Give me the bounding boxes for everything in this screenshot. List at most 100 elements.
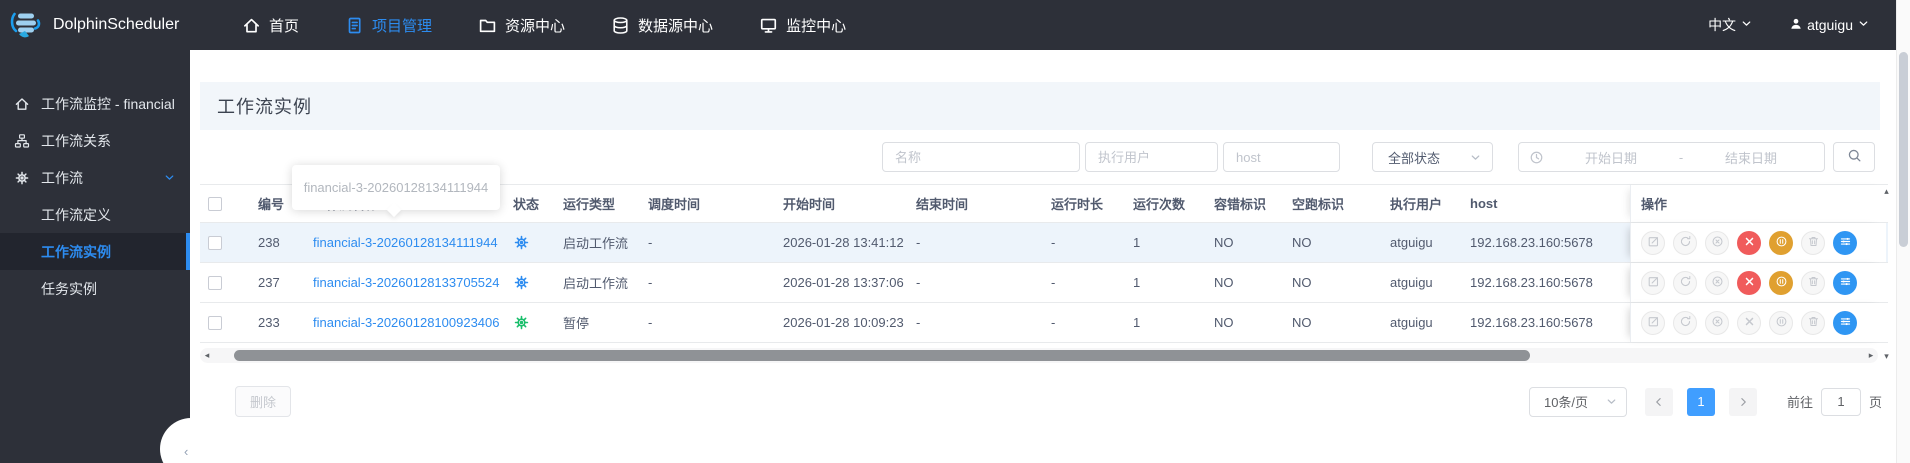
name-cell: financial-3-20260128133705524 bbox=[305, 263, 505, 302]
user-menu[interactable]: atguigu bbox=[1789, 17, 1870, 34]
run-type-cell: 启动工作流 bbox=[555, 263, 640, 302]
page-header: 工作流实例 bbox=[200, 82, 1880, 130]
sidebar-item-task-instance[interactable]: 任务实例 bbox=[0, 270, 190, 307]
edit-icon bbox=[1647, 235, 1660, 251]
gantt-button[interactable] bbox=[1833, 230, 1857, 255]
select-cell bbox=[200, 185, 250, 222]
nav-item-resource[interactable]: 资源中心 bbox=[478, 15, 565, 36]
executor-filter-input[interactable] bbox=[1085, 142, 1218, 172]
circle-close-icon bbox=[1711, 275, 1724, 291]
status-filter-select[interactable]: 全部状态 bbox=[1372, 142, 1493, 172]
nav-item-monitor[interactable]: 监控中心 bbox=[759, 15, 846, 36]
select-all-checkbox[interactable] bbox=[208, 196, 222, 211]
run-type-cell: 启动工作流 bbox=[555, 223, 640, 262]
row-checkbox[interactable] bbox=[208, 275, 222, 290]
page-scrollbar[interactable] bbox=[1896, 0, 1910, 463]
run-count: 1 bbox=[1133, 275, 1141, 290]
nav-item-home[interactable]: 首页 bbox=[242, 15, 299, 36]
edit-button bbox=[1641, 270, 1665, 295]
page-number-1[interactable]: 1 bbox=[1686, 387, 1715, 416]
delete-button bbox=[1801, 310, 1825, 335]
start-time-cell: 开始时间 bbox=[775, 185, 908, 222]
delete-button[interactable]: 删除 bbox=[235, 386, 291, 417]
stop-button bbox=[1737, 310, 1761, 335]
host-filter-input[interactable] bbox=[1223, 142, 1340, 172]
column-header: 操作 bbox=[1641, 197, 1668, 212]
end-date-placeholder[interactable]: 结束日期 bbox=[1688, 148, 1814, 167]
brand[interactable]: DolphinScheduler bbox=[0, 7, 198, 43]
sidebar-item-label: 任务实例 bbox=[41, 280, 97, 297]
scroll-left-arrow-icon[interactable]: ◂ bbox=[200, 348, 214, 363]
scroll-right-arrow-icon[interactable]: ▸ bbox=[1864, 348, 1878, 363]
nav-item-project[interactable]: 项目管理 bbox=[345, 15, 432, 36]
workflow-instance-link[interactable]: financial-3-20260128133705524 bbox=[313, 275, 500, 290]
column-header: 空跑标识 bbox=[1292, 197, 1345, 212]
sidebar-item-workflow-instance[interactable]: 工作流实例 bbox=[0, 233, 190, 270]
page-scroll-thumb[interactable] bbox=[1899, 52, 1908, 247]
gantt-button[interactable] bbox=[1833, 310, 1857, 335]
fault-tolerant-flag: NO bbox=[1214, 315, 1234, 330]
horizontal-scroll-thumb[interactable] bbox=[234, 350, 1530, 361]
dry-run-cell: NO bbox=[1284, 223, 1382, 262]
search-button[interactable] bbox=[1833, 142, 1875, 172]
workflow-instance-link[interactable]: financial-3-20260128100923406 bbox=[313, 315, 500, 330]
name-filter-input[interactable] bbox=[882, 142, 1080, 172]
duration: - bbox=[1051, 315, 1056, 330]
sidebar-item-workflow-definition[interactable]: 工作流定义 bbox=[0, 196, 190, 233]
dry-run-cell: 空跑标识 bbox=[1284, 185, 1382, 222]
stop-button[interactable] bbox=[1737, 270, 1761, 295]
executor-cell: atguigu bbox=[1382, 263, 1462, 302]
recover-suspend-button bbox=[1705, 230, 1729, 255]
date-range-picker[interactable]: 开始日期 - 结束日期 bbox=[1518, 142, 1825, 172]
sidebar-item-workflow-relation[interactable]: 工作流关系 bbox=[0, 122, 190, 159]
executor-cell: atguigu bbox=[1382, 303, 1462, 342]
table-vertical-scrollbar[interactable]: ▴ ▾ bbox=[1880, 186, 1893, 362]
home-icon bbox=[242, 16, 261, 35]
status-filter-value: 全部状态 bbox=[1388, 150, 1441, 166]
sidebar-item-workflow[interactable]: 工作流 bbox=[0, 159, 190, 196]
circle-close-icon bbox=[1711, 315, 1724, 331]
scroll-down-arrow-icon[interactable]: ▾ bbox=[1884, 351, 1889, 362]
delete-button bbox=[1801, 270, 1825, 295]
operations-cell bbox=[1630, 263, 1886, 302]
schedule-time-cell: - bbox=[640, 303, 775, 342]
stop-button[interactable] bbox=[1737, 230, 1761, 255]
executor: atguigu bbox=[1390, 275, 1433, 290]
run-count-cell: 1 bbox=[1125, 303, 1206, 342]
table-horizontal-scrollbar[interactable]: ◂ ▸ bbox=[200, 348, 1878, 363]
next-page-button[interactable] bbox=[1728, 387, 1757, 416]
column-header: 调度时间 bbox=[648, 197, 701, 212]
sidebar-item-workflow-monitor[interactable]: 工作流监控 - financial bbox=[0, 85, 190, 122]
dry-run-flag: NO bbox=[1292, 275, 1312, 290]
pause-button[interactable] bbox=[1769, 270, 1793, 295]
dolphinscheduler-logo-icon bbox=[8, 7, 44, 43]
host-value: 192.168.23.160:5678 bbox=[1470, 235, 1593, 250]
edit-button bbox=[1641, 230, 1665, 255]
page-size-select[interactable]: 10条/页 bbox=[1528, 386, 1627, 417]
row-checkbox[interactable] bbox=[208, 315, 222, 330]
table-row: 233 financial-3-20260128100923406 暂停 -2026-… bbox=[200, 303, 1888, 343]
edit-icon bbox=[1647, 315, 1660, 331]
end-time: - bbox=[916, 275, 921, 290]
gantt-button[interactable] bbox=[1833, 270, 1857, 295]
end-time: - bbox=[916, 315, 921, 330]
run-type: 启动工作流 bbox=[563, 236, 629, 251]
workflow-instance-link[interactable]: financial-3-20260128134111944 bbox=[313, 235, 498, 250]
end-time-cell: - bbox=[908, 303, 1043, 342]
column-header: 容错标识 bbox=[1214, 197, 1267, 212]
prev-page-button[interactable] bbox=[1644, 387, 1673, 416]
folder-icon bbox=[478, 16, 497, 35]
start-date-placeholder[interactable]: 开始日期 bbox=[1548, 148, 1674, 167]
table-footer: 删除 10条/页 1 前往 页 bbox=[190, 386, 1882, 417]
run-type-cell: 暂停 bbox=[555, 303, 640, 342]
row-checkbox[interactable] bbox=[208, 235, 222, 250]
language-selector[interactable]: 中文 bbox=[1708, 15, 1753, 35]
scroll-up-arrow-icon[interactable]: ▴ bbox=[1884, 186, 1889, 197]
pause-button[interactable] bbox=[1769, 230, 1793, 255]
fault-tolerant-cell: NO bbox=[1206, 263, 1284, 302]
nav-item-datasource[interactable]: 数据源中心 bbox=[611, 15, 713, 36]
close-icon bbox=[1743, 315, 1756, 331]
table-row: 237 financial-3-20260128133705524 启动工作流 -20… bbox=[200, 263, 1888, 303]
goto-page-input[interactable] bbox=[1820, 387, 1861, 416]
home-icon bbox=[14, 96, 30, 112]
